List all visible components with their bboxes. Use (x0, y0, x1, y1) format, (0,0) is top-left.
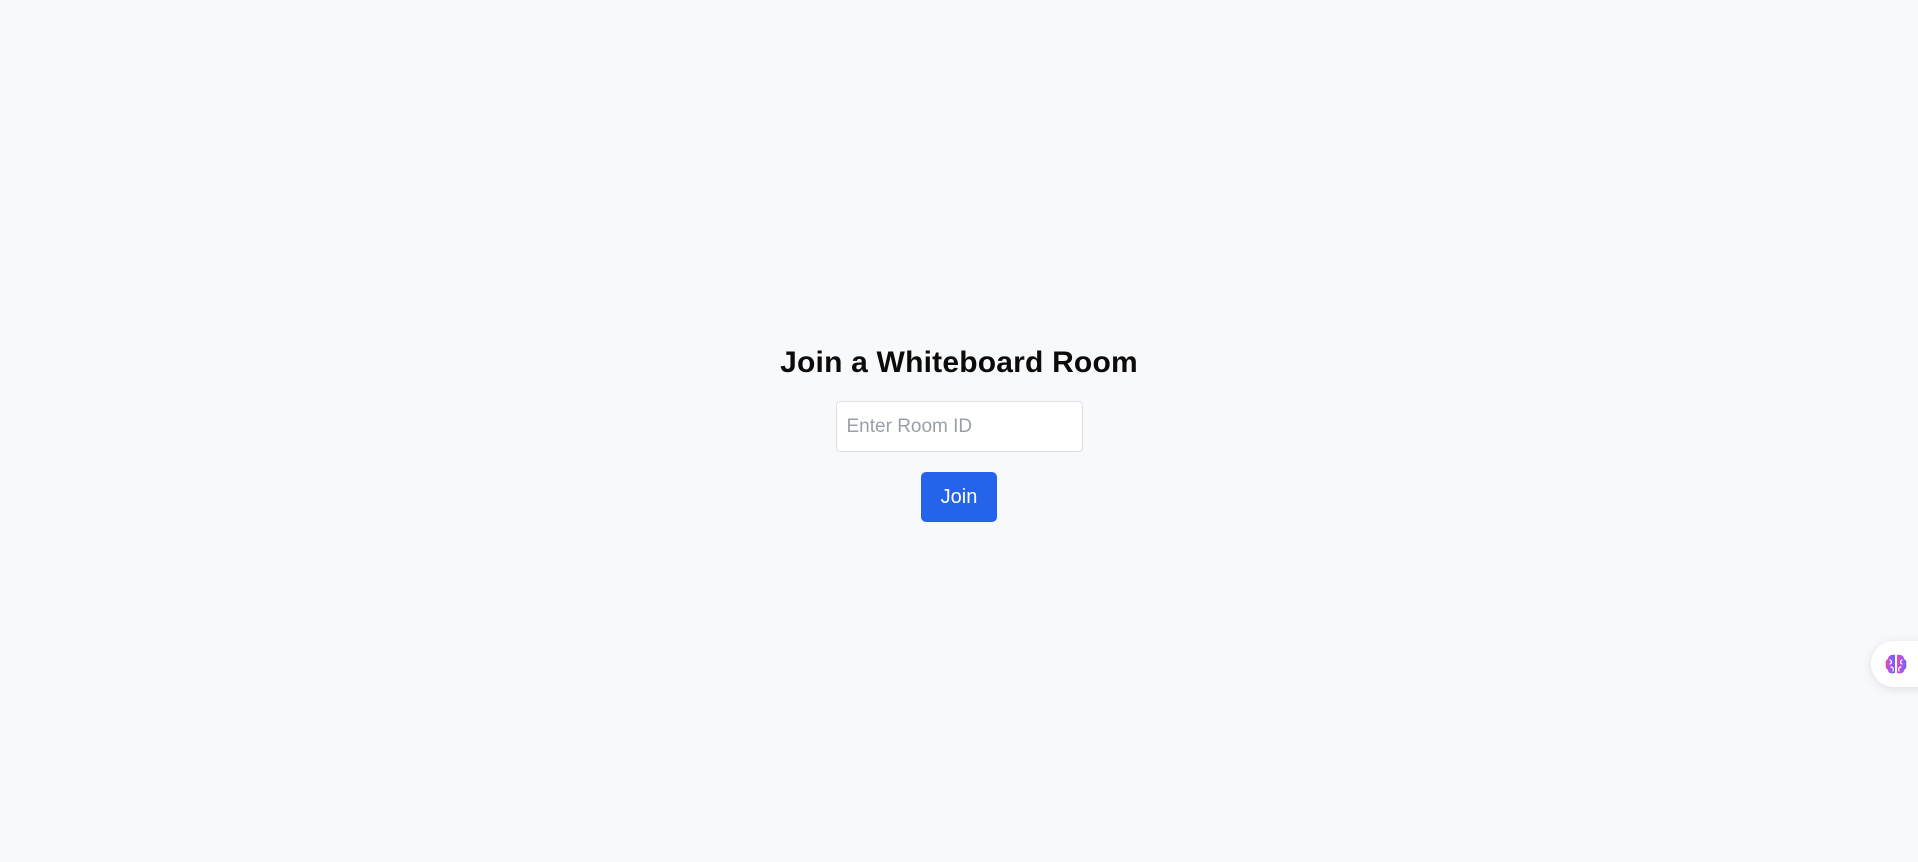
assistant-widget[interactable] (1871, 641, 1918, 687)
join-panel: Join a Whiteboard Room Join (0, 343, 1918, 522)
join-button[interactable]: Join (921, 472, 997, 522)
page: Join a Whiteboard Room Join (0, 0, 1918, 862)
brain-icon (1885, 654, 1907, 674)
page-title: Join a Whiteboard Room (780, 346, 1138, 379)
room-id-input[interactable] (835, 401, 1083, 452)
